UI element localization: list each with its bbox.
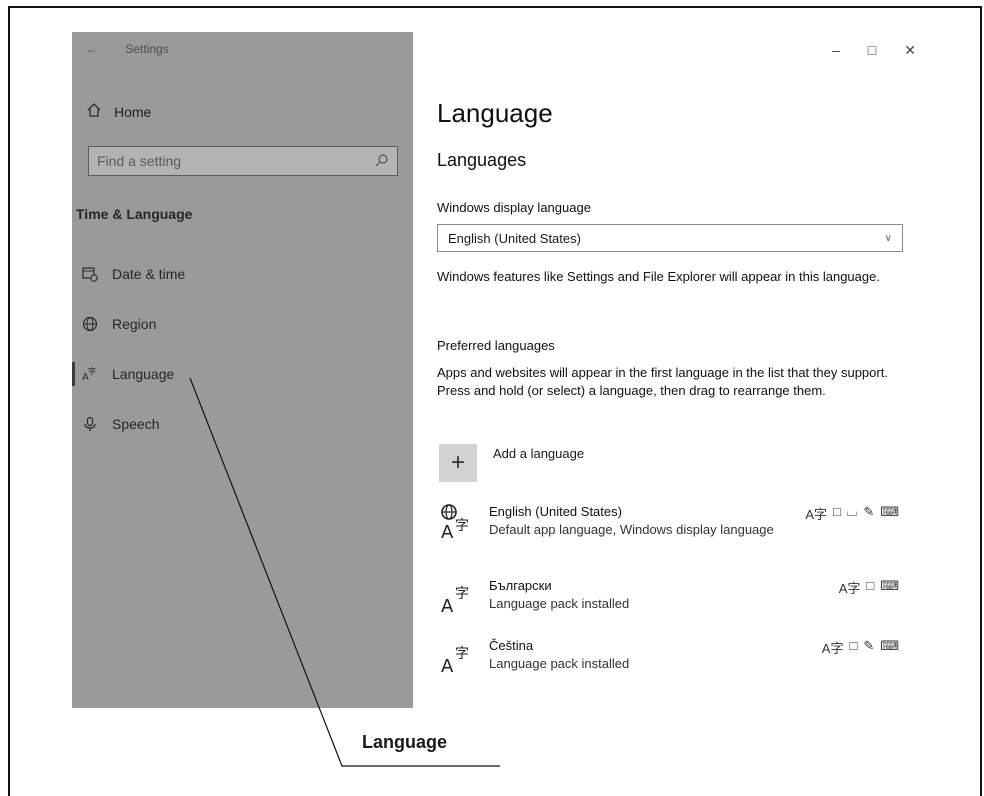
callout-label: Language [362,732,448,752]
callout-leader-line [189,377,500,767]
